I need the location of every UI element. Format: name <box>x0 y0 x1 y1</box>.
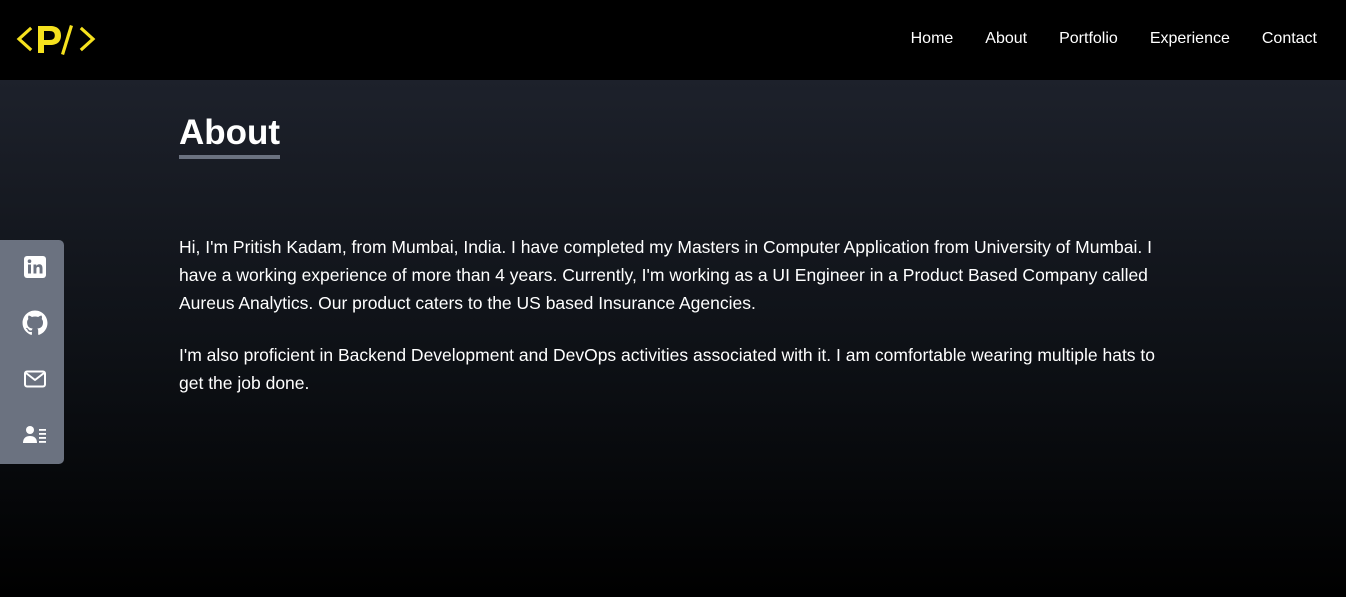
nav-portfolio-link[interactable]: Portfolio <box>1059 29 1118 49</box>
linkedin-icon <box>24 256 46 278</box>
about-section: About Hi, I'm Pritish Kadam, from Mumbai… <box>0 80 1346 597</box>
logo-icon <box>16 25 96 55</box>
nav-about-link[interactable]: About <box>985 29 1027 49</box>
linkedin-link[interactable] <box>20 252 50 282</box>
main-nav: Home About Portfolio Experience Contact <box>911 29 1317 49</box>
section-title: About <box>179 113 281 159</box>
nav-home-link[interactable]: Home <box>911 29 954 49</box>
mail-icon <box>24 370 46 388</box>
nav-contact-link[interactable]: Contact <box>1262 29 1317 49</box>
about-text: Hi, I'm Pritish Kadam, from Mumbai, Indi… <box>179 233 1179 421</box>
navbar: Home About Portfolio Experience Contact <box>0 0 1346 80</box>
resume-link[interactable] <box>20 420 50 450</box>
github-icon <box>22 310 48 335</box>
site-logo[interactable] <box>16 18 98 60</box>
email-link[interactable] <box>20 364 50 394</box>
about-paragraph-1: Hi, I'm Pritish Kadam, from Mumbai, Indi… <box>179 237 1152 313</box>
resume-icon <box>23 426 46 443</box>
nav-experience-link[interactable]: Experience <box>1150 29 1230 49</box>
social-sidebar <box>0 240 64 464</box>
github-link[interactable] <box>20 308 50 338</box>
about-paragraph-2: I'm also proficient in Backend Developme… <box>179 345 1156 393</box>
